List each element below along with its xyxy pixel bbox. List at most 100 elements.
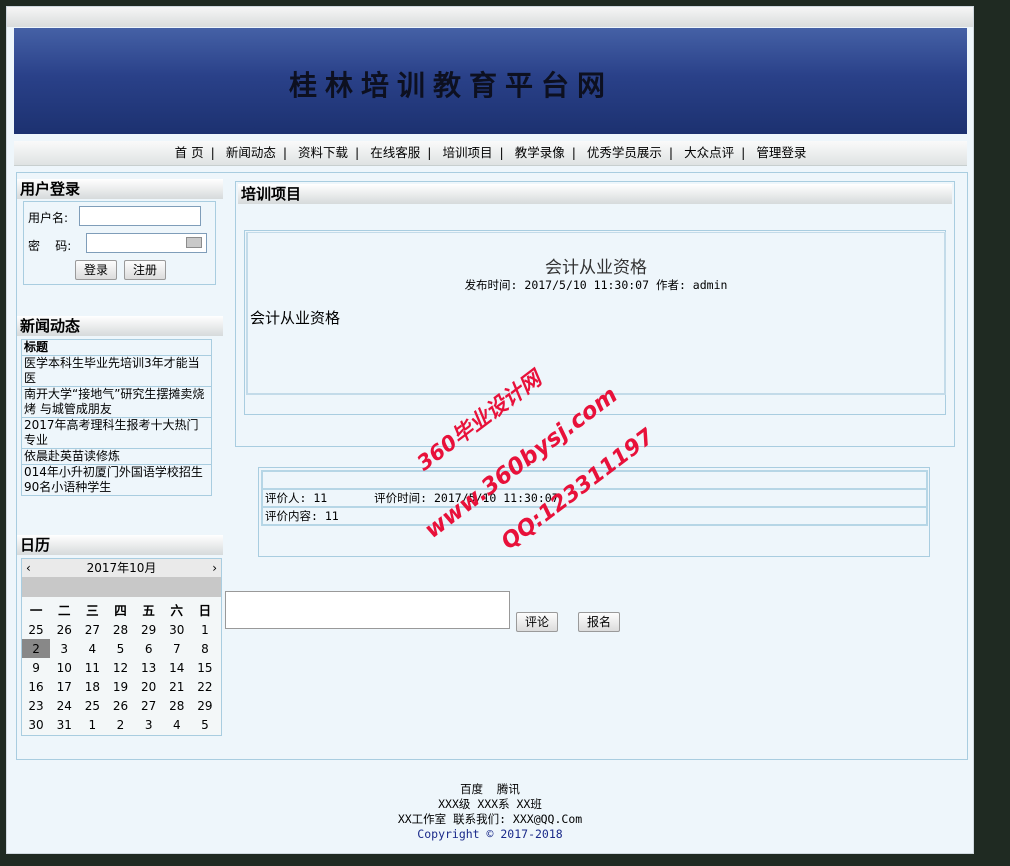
calendar-day[interactable]: 30: [22, 715, 50, 734]
news-item[interactable]: 依晨赴英苗读修炼: [21, 448, 212, 465]
comment-button[interactable]: 评论: [516, 612, 558, 632]
calendar-day[interactable]: 8: [191, 639, 219, 658]
nav-service[interactable]: 在线客服: [370, 145, 420, 160]
calendar-day[interactable]: 25: [22, 620, 50, 639]
calendar-month-label: 2017年10月: [86, 561, 157, 575]
calendar-day[interactable]: 15: [191, 658, 219, 677]
calendar-day[interactable]: 22: [191, 677, 219, 696]
nav-reviews[interactable]: 大众点评: [684, 145, 734, 160]
username-input[interactable]: [79, 206, 201, 226]
calendar-day[interactable]: 2: [106, 715, 134, 734]
calendar-day[interactable]: 7: [163, 639, 191, 658]
calendar-day[interactable]: 11: [78, 658, 106, 677]
calendar-day[interactable]: 12: [106, 658, 134, 677]
nav-students[interactable]: 优秀学员展示: [587, 145, 662, 160]
news-item[interactable]: 2017年高考理科生报考十大热门专业: [21, 417, 212, 449]
weekday-label: 日: [198, 603, 212, 618]
login-panel: 用户登录 用户名: 密 码: 登录 注册: [17, 179, 223, 285]
calendar-day[interactable]: 25: [78, 696, 106, 715]
calendar-day[interactable]: 3: [50, 639, 78, 658]
calendar-day[interactable]: 6: [135, 639, 163, 658]
calendar-day[interactable]: 5: [106, 639, 134, 658]
calendar-day[interactable]: 26: [50, 620, 78, 639]
password-label: 密 码:: [28, 239, 72, 253]
footer-link-tencent[interactable]: 腾讯: [497, 782, 520, 796]
weekday-label: 一: [29, 603, 43, 618]
username-label: 用户名:: [28, 211, 69, 225]
calendar-day[interactable]: 29: [135, 620, 163, 639]
page: 桂林培训教育平台网 首 页 | 新闻动态 | 资料下载 | 在线客服 | 培训项目 | 教…: [6, 6, 974, 854]
news-table: 标题 医学本科生毕业先培训3年才能当医 南开大学“接地气”研究生摆摊卖烧烤 与城…: [21, 339, 212, 496]
calendar-day[interactable]: 14: [163, 658, 191, 677]
calendar-day-selected[interactable]: 2: [22, 639, 51, 658]
nav-news[interactable]: 新闻动态: [226, 145, 276, 160]
weekday-label: 四: [114, 603, 127, 618]
footer-link-baidu[interactable]: 百度: [460, 782, 483, 796]
nav-separator: |: [355, 145, 360, 160]
calendar-day[interactable]: 21: [163, 677, 191, 696]
footer: 百度 腾讯 XXX级 XXX系 XX班 XX工作室 联系我们: XXX@QQ.C…: [7, 782, 973, 842]
site-title: 桂林培训教育平台网: [289, 69, 614, 102]
calendar-day[interactable]: 28: [106, 620, 134, 639]
calendar-header: ‹ 2017年10月 ›: [22, 559, 221, 577]
banner: 桂林培训教育平台网: [14, 28, 967, 134]
calendar-day[interactable]: 28: [163, 696, 191, 715]
article-meta: 发布时间: 2017/5/10 11:30:07 作者: admin: [464, 278, 728, 292]
login-form: 用户名: 密 码: 登录 注册: [23, 201, 216, 285]
calendar: ‹ 2017年10月 › 一 二 三 四 五 六 日 25 26 27 28 2…: [21, 558, 222, 736]
nav-home[interactable]: 首 页: [175, 145, 204, 160]
article-body: 会计从业资格: [250, 309, 341, 327]
calendar-day[interactable]: 3: [135, 715, 163, 734]
article-title: 会计从业资格: [545, 258, 647, 278]
calendar-day[interactable]: 23: [22, 696, 50, 715]
calendar-day[interactable]: 18: [78, 677, 106, 696]
main-nav: 首 页 | 新闻动态 | 资料下载 | 在线客服 | 培训项目 | 教学录像 | 优秀学员展…: [14, 141, 967, 166]
nav-separator: |: [499, 145, 504, 160]
calendar-day[interactable]: 16: [22, 677, 50, 696]
calendar-day[interactable]: 9: [22, 658, 50, 677]
news-col-header: 标题: [21, 339, 212, 356]
nav-training[interactable]: 培训项目: [442, 145, 492, 160]
nav-downloads[interactable]: 资料下载: [298, 145, 348, 160]
calendar-day[interactable]: 1: [78, 715, 106, 734]
nav-separator: |: [210, 145, 215, 160]
calendar-day[interactable]: 24: [50, 696, 78, 715]
calendar-day[interactable]: 1: [191, 620, 219, 639]
calendar-day[interactable]: 30: [163, 620, 191, 639]
news-item[interactable]: 014年小升初厦门外国语学校招生90名小语种学生: [21, 464, 212, 496]
comment-textarea[interactable]: [225, 591, 510, 629]
calendar-day[interactable]: 19: [106, 677, 134, 696]
nav-separator: |: [668, 145, 674, 160]
article: 会计从业资格 发布时间: 2017/5/10 11:30:07 作者: admi…: [246, 232, 946, 395]
calendar-day[interactable]: 13: [135, 658, 163, 677]
calendar-day[interactable]: 26: [106, 696, 134, 715]
calendar-day[interactable]: 27: [78, 620, 106, 639]
calendar-day[interactable]: 27: [135, 696, 163, 715]
register-button[interactable]: 注册: [124, 260, 166, 280]
calendar-day[interactable]: 10: [50, 658, 78, 677]
keyboard-icon[interactable]: [186, 237, 202, 248]
signup-button[interactable]: 报名: [578, 612, 620, 632]
calendar-day[interactable]: 31: [50, 715, 78, 734]
weekday-label: 六: [170, 603, 184, 618]
nav-admin-login[interactable]: 管理登录: [756, 145, 806, 160]
calendar-grid: 一 二 三 四 五 六 日 25 26 27 28 29 30 1 2 3 4 …: [22, 599, 219, 734]
review-content: 评价内容: 11: [261, 506, 928, 526]
nav-videos[interactable]: 教学录像: [515, 145, 565, 160]
article-container: 会计从业资格 发布时间: 2017/5/10 11:30:07 作者: admi…: [244, 230, 946, 415]
calendar-day[interactable]: 29: [191, 696, 219, 715]
password-input[interactable]: [86, 233, 207, 253]
prev-month-icon[interactable]: ‹: [26, 559, 31, 577]
next-month-icon[interactable]: ›: [212, 559, 217, 577]
calendar-day[interactable]: 4: [78, 639, 106, 658]
login-button[interactable]: 登录: [75, 260, 117, 280]
calendar-day[interactable]: 5: [191, 715, 219, 734]
calendar-heading: 日历: [17, 535, 223, 555]
calendar-panel: 日历 ‹ 2017年10月 › 一 二 三 四 五 六 日 25 26 27 2…: [17, 535, 223, 736]
news-item[interactable]: 医学本科生毕业先培训3年才能当医: [21, 355, 212, 387]
weekday-label: 二: [57, 603, 71, 618]
calendar-day[interactable]: 4: [163, 715, 191, 734]
news-item[interactable]: 南开大学“接地气”研究生摆摊卖烧烤 与城管成朋友: [21, 386, 212, 418]
calendar-day[interactable]: 20: [135, 677, 163, 696]
calendar-day[interactable]: 17: [50, 677, 78, 696]
